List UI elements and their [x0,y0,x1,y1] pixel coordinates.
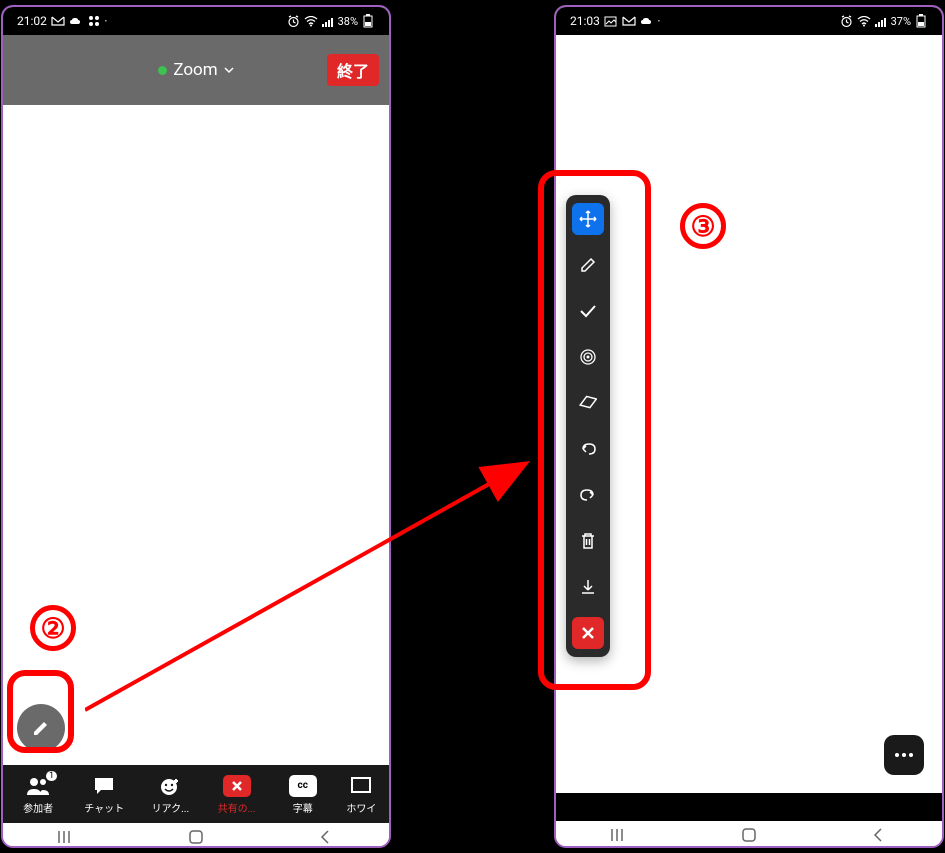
wifi-icon [304,14,318,28]
whiteboard-button[interactable]: ホワイ [341,774,381,815]
cloud-icon [640,14,654,28]
gmail-icon [51,14,65,28]
participant-count-badge: 1 [46,771,57,781]
status-time: 21:03 [570,14,600,28]
alarm-icon [287,14,301,28]
app-icon [87,14,101,28]
battery-text: 38% [338,15,358,28]
app-title-text: Zoom [173,60,217,80]
battery-text: 37% [891,15,911,28]
recents-button[interactable] [27,830,107,844]
alarm-icon [840,14,854,28]
chat-icon [93,774,115,798]
signal-icon [321,14,335,28]
dot-icon: • [658,18,660,25]
stop-share-icon [223,775,251,797]
cloud-icon [69,14,83,28]
reactions-label: リアク... [152,800,189,815]
chat-label: チャット [84,800,124,815]
reactions-icon [159,774,181,798]
gmail-icon [622,14,636,28]
status-bar: 21:03 • 37% [556,7,942,35]
dot-icon: • [105,18,107,25]
captions-label: 字幕 [293,800,313,815]
participants-label: 参加者 [23,800,53,815]
android-nav-bar [556,821,942,848]
home-button[interactable] [156,828,236,846]
zoom-header: Zoom 終了 [3,35,389,105]
whiteboard-label: ホワイ [346,800,376,815]
more-options-button[interactable] [884,735,924,775]
status-time: 21:02 [17,14,47,28]
battery-icon [914,14,928,28]
signal-icon [874,14,888,28]
share-stop-button[interactable]: 共有の... [209,774,264,815]
picture-icon [604,14,618,28]
chevron-down-icon [224,65,234,75]
meeting-toolbar: 1 参加者 チャット リアク... 共有の... [3,765,389,823]
status-bar: 21:02 • 38% [3,7,389,35]
share-label: 共有の... [218,800,256,815]
ellipsis-icon [894,752,914,758]
participants-icon: 1 [26,774,50,798]
zoom-title[interactable]: Zoom [158,60,233,80]
cc-icon: cc [289,775,317,797]
whiteboard-canvas[interactable] [3,105,389,765]
back-button[interactable] [838,827,918,843]
highlight-box-3 [538,170,651,690]
end-meeting-button[interactable]: 終了 [327,54,379,86]
security-indicator-icon [158,66,167,75]
reactions-button[interactable]: リアク... [143,774,198,815]
step-marker-2: ② [30,605,76,651]
captions-button[interactable]: cc 字幕 [275,774,330,815]
back-button[interactable] [285,829,365,845]
whiteboard-icon [350,774,372,798]
wifi-icon [857,14,871,28]
step-marker-3: ③ [680,203,726,249]
home-button[interactable] [709,826,789,844]
participants-button[interactable]: 1 参加者 [11,774,66,815]
recents-button[interactable] [580,828,660,842]
android-nav-bar [3,823,389,848]
chat-button[interactable]: チャット [77,774,132,815]
highlight-box-2 [7,670,74,753]
battery-icon [361,14,375,28]
